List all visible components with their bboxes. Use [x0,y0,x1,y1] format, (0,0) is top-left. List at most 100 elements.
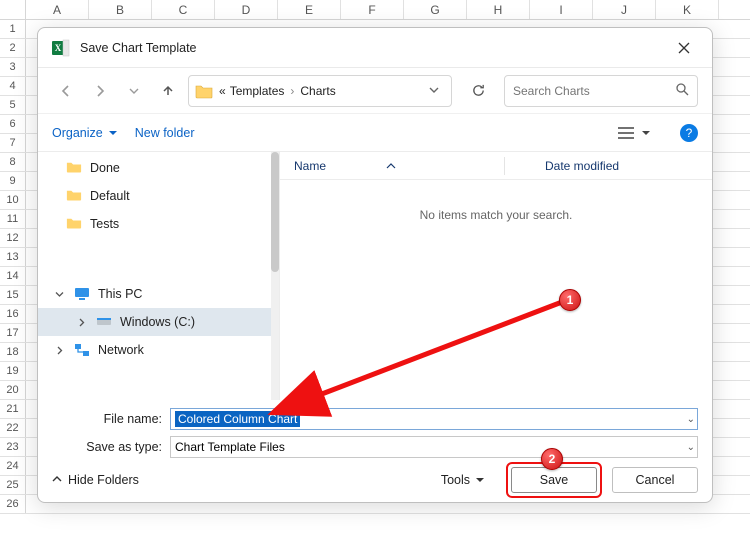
chevron-down-icon[interactable] [54,290,64,299]
tree-label: Network [98,343,144,357]
file-name-value: Colored Column Chart [175,411,300,427]
file-name-input[interactable]: Colored Column Chart ⌄ [170,408,698,430]
search-box[interactable] [504,75,698,107]
dialog-title: Save Chart Template [80,41,197,55]
row-7[interactable]: 7 [0,134,26,152]
row-8[interactable]: 8 [0,153,26,171]
toolbar: Organize New folder ? [38,114,712,152]
organize-button[interactable]: Organize [52,126,117,140]
folder-icon [195,83,213,99]
titlebar: X Save Chart Template [38,28,712,68]
row-23[interactable]: 23 [0,438,26,456]
col-k[interactable]: K [656,0,719,19]
tree-this-pc[interactable]: This PC [38,280,279,308]
folder-icon [66,189,82,203]
chevron-right-icon[interactable] [54,346,64,355]
excel-icon: X [52,39,70,57]
hide-folders-button[interactable]: Hide Folders [52,473,139,487]
save-button[interactable]: Save [511,467,597,493]
refresh-button[interactable] [464,77,492,105]
col-i[interactable]: I [530,0,593,19]
tree-network[interactable]: Network [38,336,279,364]
col-b[interactable]: B [89,0,152,19]
row-20[interactable]: 20 [0,381,26,399]
save-type-label: Save as type: [52,440,170,454]
tree-drive-c[interactable]: Windows (C:) [38,308,279,336]
new-folder-button[interactable]: New folder [135,126,195,140]
row-14[interactable]: 14 [0,267,26,285]
row-18[interactable]: 18 [0,343,26,361]
svg-text:X: X [55,43,62,53]
row-4[interactable]: 4 [0,77,26,95]
row-13[interactable]: 13 [0,248,26,266]
tree-label: Tests [90,217,119,231]
col-f[interactable]: F [341,0,404,19]
pc-icon [74,287,90,301]
search-icon[interactable] [675,82,689,99]
row-26[interactable]: 26 [0,495,26,513]
tree-scrollbar[interactable] [271,152,279,400]
tree-label: This PC [98,287,142,301]
col-g[interactable]: G [404,0,467,19]
network-icon [74,343,90,357]
row-21[interactable]: 21 [0,400,26,418]
nav-tree: Done Default Tests This PC Windows (C:) [38,152,280,400]
drive-icon [96,315,112,329]
forward-button[interactable] [86,77,114,105]
close-button[interactable] [664,33,704,63]
breadcrumb-box[interactable]: « Templates › Charts [188,75,452,107]
row-16[interactable]: 16 [0,305,26,323]
row-19[interactable]: 19 [0,362,26,380]
file-pane: Name Date modified No items match your s… [280,152,712,400]
col-d[interactable]: D [215,0,278,19]
cancel-button[interactable]: Cancel [612,467,698,493]
row-25[interactable]: 25 [0,476,26,494]
chevron-down-icon[interactable]: ⌄ [687,442,695,453]
up-button[interactable] [154,77,182,105]
tree-label: Windows (C:) [120,315,195,329]
save-type-select[interactable]: Chart Template Files ⌄ [170,436,698,458]
row-12[interactable]: 12 [0,229,26,247]
col-a[interactable]: A [26,0,89,19]
row-17[interactable]: 17 [0,324,26,342]
breadcrumb-seg1[interactable]: Templates [230,84,285,98]
col-name[interactable]: Name [294,159,326,173]
tree-folder-tests[interactable]: Tests [38,210,279,238]
tree-label: Default [90,189,130,203]
row-22[interactable]: 22 [0,419,26,437]
col-j[interactable]: J [593,0,656,19]
tree-label: Done [90,161,120,175]
row-2[interactable]: 2 [0,39,26,57]
col-c[interactable]: C [152,0,215,19]
chevron-right-icon[interactable] [76,318,86,327]
row-1[interactable]: 1 [0,20,26,38]
view-button[interactable] [618,127,650,139]
sort-chevron-icon[interactable] [386,159,396,173]
row-3[interactable]: 3 [0,58,26,76]
nav-row: « Templates › Charts [38,68,712,114]
row-11[interactable]: 11 [0,210,26,228]
tree-folder-done[interactable]: Done [38,154,279,182]
row-15[interactable]: 15 [0,286,26,304]
folder-icon [66,161,82,175]
help-button[interactable]: ? [680,124,698,142]
recent-dropdown[interactable] [120,77,148,105]
breadcrumb-seg2[interactable]: Charts [300,84,335,98]
row-9[interactable]: 9 [0,172,26,190]
back-button[interactable] [52,77,80,105]
row-10[interactable]: 10 [0,191,26,209]
col-h[interactable]: H [467,0,530,19]
search-input[interactable] [513,84,675,98]
save-dialog: X Save Chart Template « Templates › Char… [37,27,713,503]
col-e[interactable]: E [278,0,341,19]
save-type-value: Chart Template Files [175,440,285,454]
tree-folder-default[interactable]: Default [38,182,279,210]
row-6[interactable]: 6 [0,115,26,133]
chevron-down-icon[interactable]: ⌄ [687,414,695,425]
col-date[interactable]: Date modified [545,159,619,173]
chevron-down-icon[interactable] [423,84,445,98]
row-5[interactable]: 5 [0,96,26,114]
row-24[interactable]: 24 [0,457,26,475]
tools-button[interactable]: Tools [441,473,484,487]
file-name-label: File name: [52,412,170,426]
